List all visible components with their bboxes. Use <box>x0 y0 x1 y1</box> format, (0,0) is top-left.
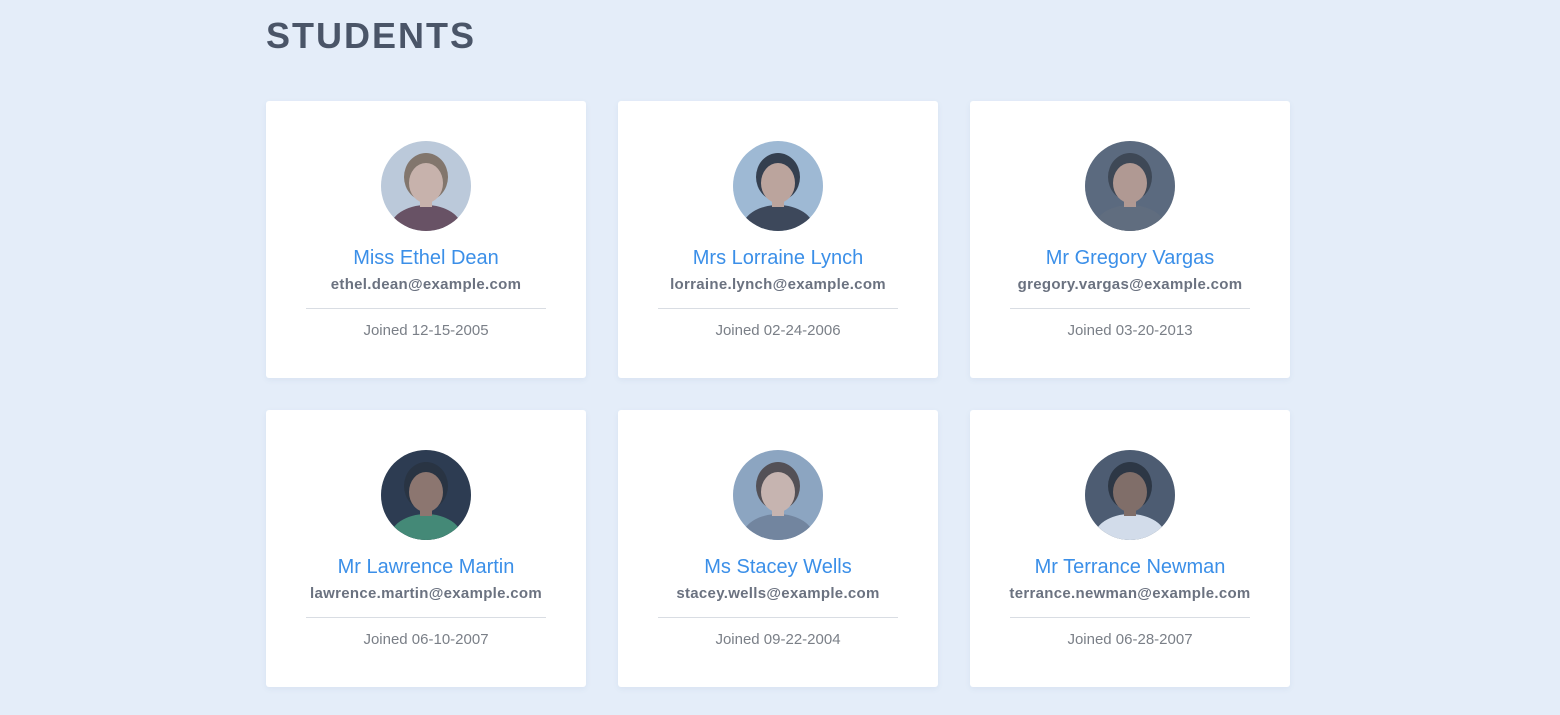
divider <box>306 308 546 309</box>
student-card[interactable]: Miss Ethel Dean ethel.dean@example.com J… <box>266 101 586 378</box>
student-card[interactable]: Ms Stacey Wells stacey.wells@example.com… <box>618 410 938 687</box>
divider <box>1010 308 1250 309</box>
student-name[interactable]: Mrs Lorraine Lynch <box>618 246 938 270</box>
divider <box>1010 617 1250 618</box>
joined-date: Joined 06-28-2007 <box>1067 631 1193 648</box>
student-name[interactable]: Ms Stacey Wells <box>618 555 938 579</box>
joined-date: Joined 02-24-2006 <box>715 322 841 339</box>
avatar <box>381 141 471 231</box>
avatar <box>733 450 823 540</box>
student-email: ethel.dean@example.com <box>330 276 522 293</box>
divider <box>306 617 546 618</box>
avatar <box>1085 141 1175 231</box>
avatar <box>733 141 823 231</box>
student-card[interactable]: Mr Gregory Vargas gregory.vargas@example… <box>970 101 1290 378</box>
joined-date: Joined 12-15-2005 <box>363 322 489 339</box>
student-name[interactable]: Mr Gregory Vargas <box>970 246 1290 270</box>
student-email: lawrence.martin@example.com <box>310 585 542 602</box>
student-email: terrance.newman@example.com <box>1009 585 1251 602</box>
joined-date: Joined 09-22-2004 <box>715 631 841 648</box>
student-email: gregory.vargas@example.com <box>1017 276 1243 293</box>
student-name[interactable]: Mr Terrance Newman <box>970 555 1290 579</box>
avatar <box>381 450 471 540</box>
page-title: STUDENTS <box>266 15 477 56</box>
student-card[interactable]: Mrs Lorraine Lynch lorraine.lynch@exampl… <box>618 101 938 378</box>
student-card[interactable]: Mr Terrance Newman terrance.newman@examp… <box>970 410 1290 687</box>
joined-date: Joined 03-20-2013 <box>1067 322 1193 339</box>
student-card[interactable]: Mr Lawrence Martin lawrence.martin@examp… <box>266 410 586 687</box>
divider <box>658 308 898 309</box>
student-name[interactable]: Mr Lawrence Martin <box>266 555 586 579</box>
avatar <box>1085 450 1175 540</box>
student-grid: Miss Ethel Dean ethel.dean@example.com J… <box>266 101 1290 687</box>
joined-date: Joined 06-10-2007 <box>363 631 489 648</box>
student-name[interactable]: Miss Ethel Dean <box>266 246 586 270</box>
divider <box>658 617 898 618</box>
student-email: stacey.wells@example.com <box>676 585 880 602</box>
student-email: lorraine.lynch@example.com <box>670 276 886 293</box>
